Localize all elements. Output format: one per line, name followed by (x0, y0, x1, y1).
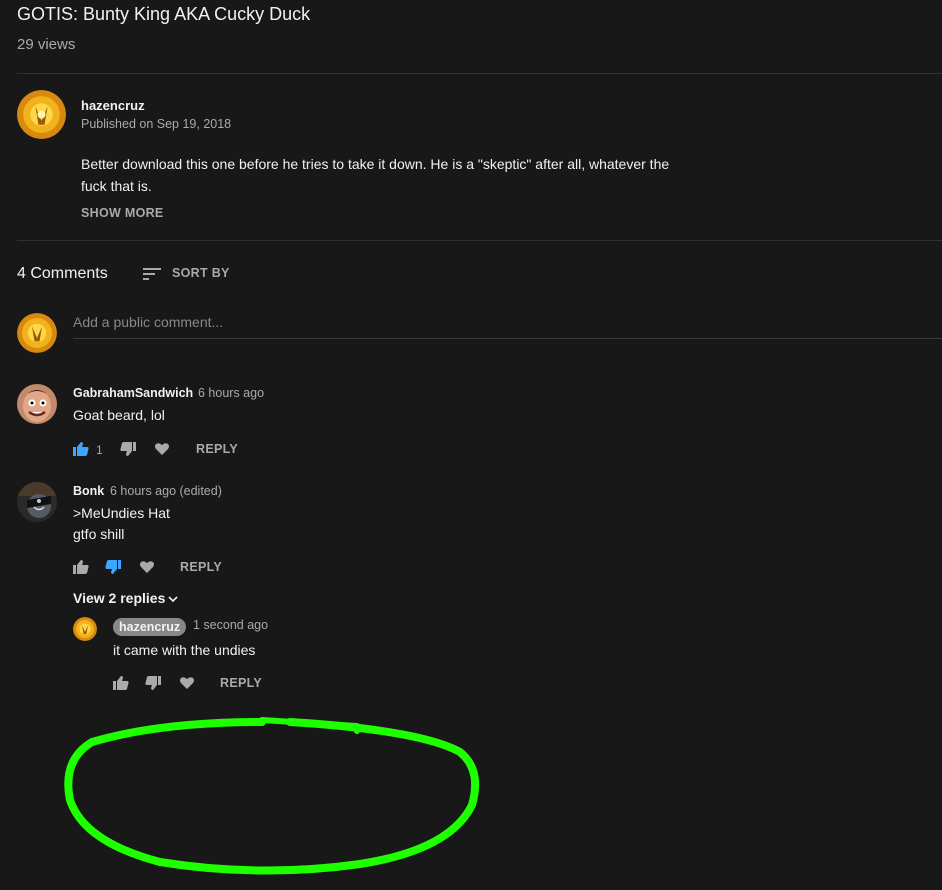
like-button[interactable] (113, 675, 129, 691)
publish-date: Published on Sep 19, 2018 (81, 117, 232, 131)
reply-button[interactable]: REPLY (180, 560, 222, 574)
page: GOTIS: Bunty King AKA Cucky Duck 29 view… (0, 0, 942, 890)
video-title: GOTIS: Bunty King AKA Cucky Duck (17, 4, 311, 24)
thumbs-up-icon (73, 442, 89, 456)
comment-time[interactable]: 6 hours ago (198, 386, 264, 400)
view-replies-button[interactable]: View 2 replies (73, 590, 178, 606)
thumbs-up-icon (113, 676, 129, 690)
thumbs-up-icon (73, 560, 89, 574)
chevron-down-icon (168, 596, 178, 603)
comment-text: Goat beard, lol (73, 407, 165, 423)
commenter-avatar[interactable] (17, 384, 57, 424)
reply-button[interactable]: REPLY (196, 442, 238, 456)
heart-button[interactable] (139, 559, 155, 575)
comment-author[interactable]: Bonk (73, 484, 104, 498)
owner-name[interactable]: hazencruz (81, 98, 145, 113)
like-button[interactable] (73, 441, 89, 457)
view-count: 29 views (17, 36, 76, 53)
like-count: 1 (96, 443, 103, 457)
comment-text-line: >MeUndies Hat (73, 505, 170, 521)
green-circle-annotation (64, 717, 479, 875)
sort-by-button[interactable]: SORT BY (172, 266, 230, 280)
divider (17, 73, 942, 74)
heart-button[interactable] (154, 441, 170, 457)
heart-icon (180, 677, 194, 689)
comment-time[interactable]: 6 hours ago (edited) (110, 484, 222, 498)
add-comment-input[interactable]: Add a public comment... (73, 314, 942, 339)
thumbs-down-icon (120, 442, 136, 456)
comment-author[interactable]: GabrahamSandwich (73, 386, 193, 400)
reply-time[interactable]: 1 second ago (193, 618, 268, 632)
heart-icon (155, 443, 169, 455)
dislike-button[interactable] (145, 675, 161, 691)
reply-text: it came with the undies (113, 642, 256, 658)
show-more-button[interactable]: SHOW MORE (81, 206, 164, 220)
sort-icon[interactable] (143, 266, 161, 282)
view-replies-label: View 2 replies (73, 590, 166, 606)
heart-button[interactable] (179, 675, 195, 691)
thumbs-down-icon (105, 560, 121, 574)
divider (17, 240, 942, 241)
heart-icon (140, 561, 154, 573)
commenter-avatar[interactable] (17, 482, 57, 522)
owner-avatar[interactable] (17, 90, 66, 139)
reply-author-avatar[interactable] (73, 617, 97, 641)
video-description: Better download this one before he tries… (81, 156, 670, 194)
comment-count: 4 Comments (17, 265, 108, 282)
channel-owner-badge[interactable]: hazencruz (113, 618, 187, 636)
reply-button[interactable]: REPLY (220, 676, 262, 690)
thumbs-down-icon (145, 676, 161, 690)
dislike-button[interactable] (120, 441, 136, 457)
dislike-button[interactable] (105, 559, 121, 575)
comment-text-line: gtfo shill (73, 526, 125, 542)
current-user-avatar (17, 313, 57, 353)
like-button[interactable] (73, 559, 89, 575)
